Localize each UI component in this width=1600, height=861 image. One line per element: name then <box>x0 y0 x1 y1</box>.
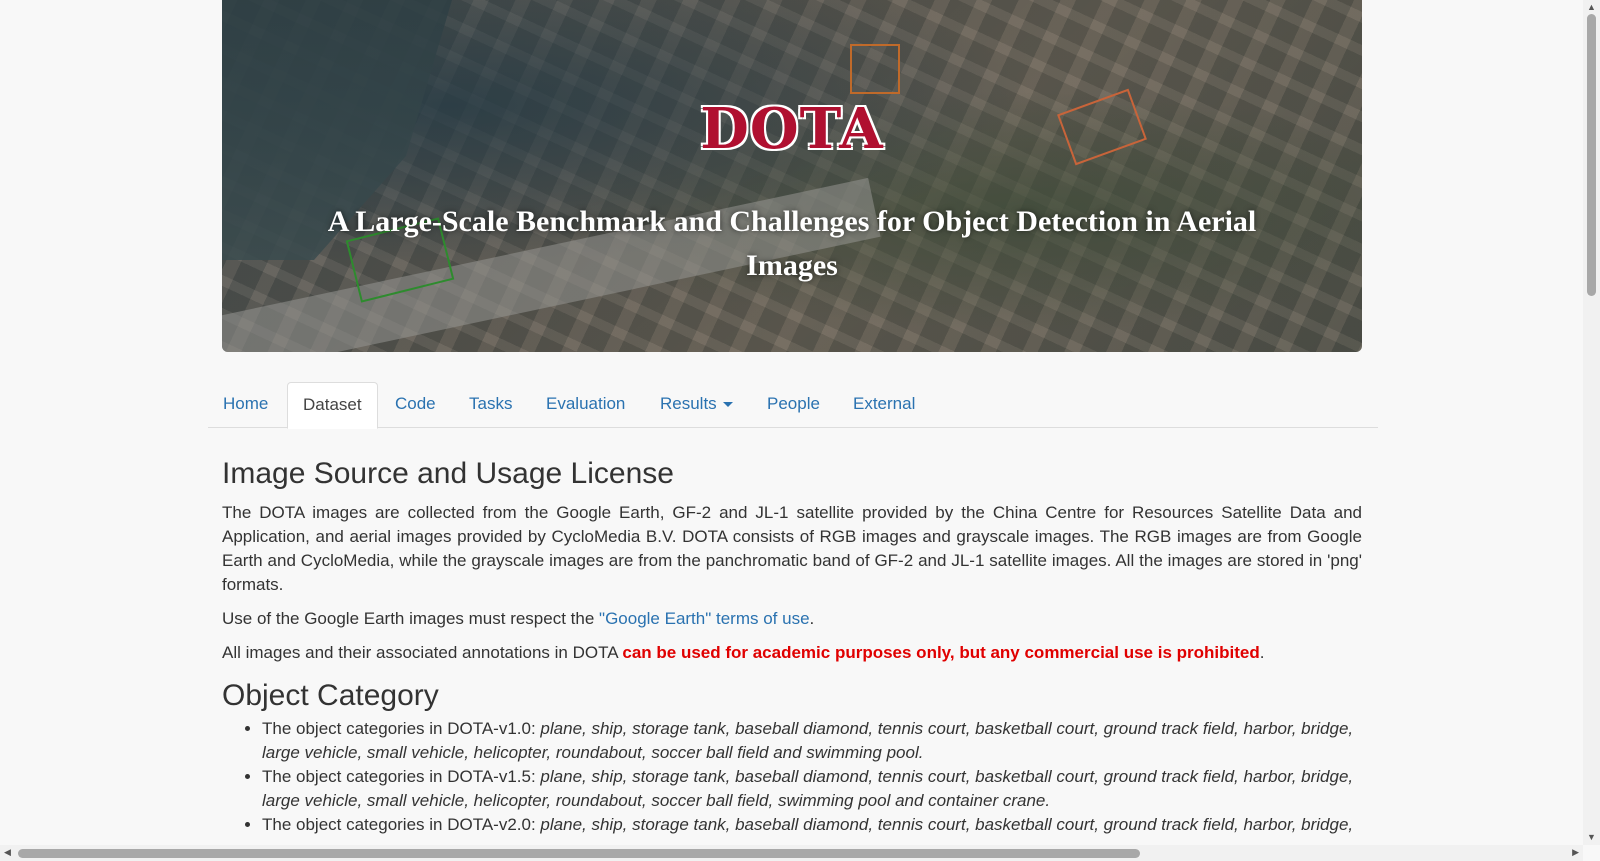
tab-external[interactable]: External <box>838 382 930 426</box>
category-list: The object categories in DOTA-v1.0: plan… <box>222 717 1362 837</box>
license-heading: Image Source and Usage License <box>222 457 674 490</box>
list-item-prefix: The object categories in DOTA-v1.0: <box>262 719 541 738</box>
usage-paragraph: All images and their associated annotati… <box>222 641 1362 665</box>
list-item: The object categories in DOTA-v2.0: plan… <box>262 813 1362 837</box>
list-item-prefix: The object categories in DOTA-v1.5: <box>262 767 541 786</box>
google-earth-paragraph: Use of the Google Earth images must resp… <box>222 607 1362 631</box>
main-content: Image Source and Usage License The DOTA … <box>222 455 1362 837</box>
license-paragraph: The DOTA images are collected from the G… <box>222 503 1362 594</box>
paragraph-text: . <box>1259 643 1265 662</box>
scroll-up-icon[interactable]: ▲ <box>1587 2 1596 12</box>
vertical-scroll-thumb[interactable] <box>1587 14 1596 296</box>
google-earth-terms-link[interactable]: "Google Earth" terms of use <box>599 609 810 628</box>
site-title: DOTA <box>700 96 884 162</box>
vertical-scrollbar[interactable]: ▲ ▼ <box>1583 0 1600 845</box>
nav-tabs: Home Dataset Code Tasks Evaluation Resul… <box>208 382 1378 429</box>
tab-tasks[interactable]: Tasks <box>454 382 527 426</box>
caret-down-icon <box>722 402 733 408</box>
paragraph-text: All images and their associated annotati… <box>222 643 623 662</box>
site-subtitle: A Large-Scale Benchmark and Challenges f… <box>327 205 1257 282</box>
scroll-left-icon[interactable]: ◀ <box>4 847 11 858</box>
tab-home[interactable]: Home <box>208 382 283 426</box>
tab-people[interactable]: People <box>752 382 835 426</box>
scroll-right-icon[interactable]: ▶ <box>1572 847 1579 858</box>
list-item: The object categories in DOTA-v1.0: plan… <box>262 717 1362 765</box>
scroll-down-icon[interactable]: ▼ <box>1587 832 1596 842</box>
tab-evaluation[interactable]: Evaluation <box>531 382 640 426</box>
tab-results[interactable]: Results <box>645 382 748 426</box>
annotation-box <box>850 44 900 94</box>
list-item-categories: plane, ship, storage tank, baseball diam… <box>540 815 1354 834</box>
category-heading: Object Category <box>222 679 439 712</box>
list-item-prefix: The object categories in DOTA-v2.0: <box>262 815 541 834</box>
horizontal-scrollbar[interactable]: ◀ ▶ <box>0 845 1583 861</box>
tab-dataset[interactable]: Dataset <box>287 382 378 429</box>
paragraph-text: Use of the Google Earth images must resp… <box>222 609 600 628</box>
horizontal-scroll-thumb[interactable] <box>18 849 1140 858</box>
tab-results-label: Results <box>660 394 717 413</box>
commercial-use-warning: can be used for academic purposes only, … <box>622 643 1260 662</box>
paragraph-text: . <box>809 609 815 628</box>
list-item: The object categories in DOTA-v1.5: plan… <box>262 765 1362 813</box>
tab-code[interactable]: Code <box>380 382 451 426</box>
banner-image: DOTA A Large-Scale Benchmark and Challen… <box>222 0 1362 352</box>
page-container: DOTA A Large-Scale Benchmark and Challen… <box>222 0 1362 352</box>
